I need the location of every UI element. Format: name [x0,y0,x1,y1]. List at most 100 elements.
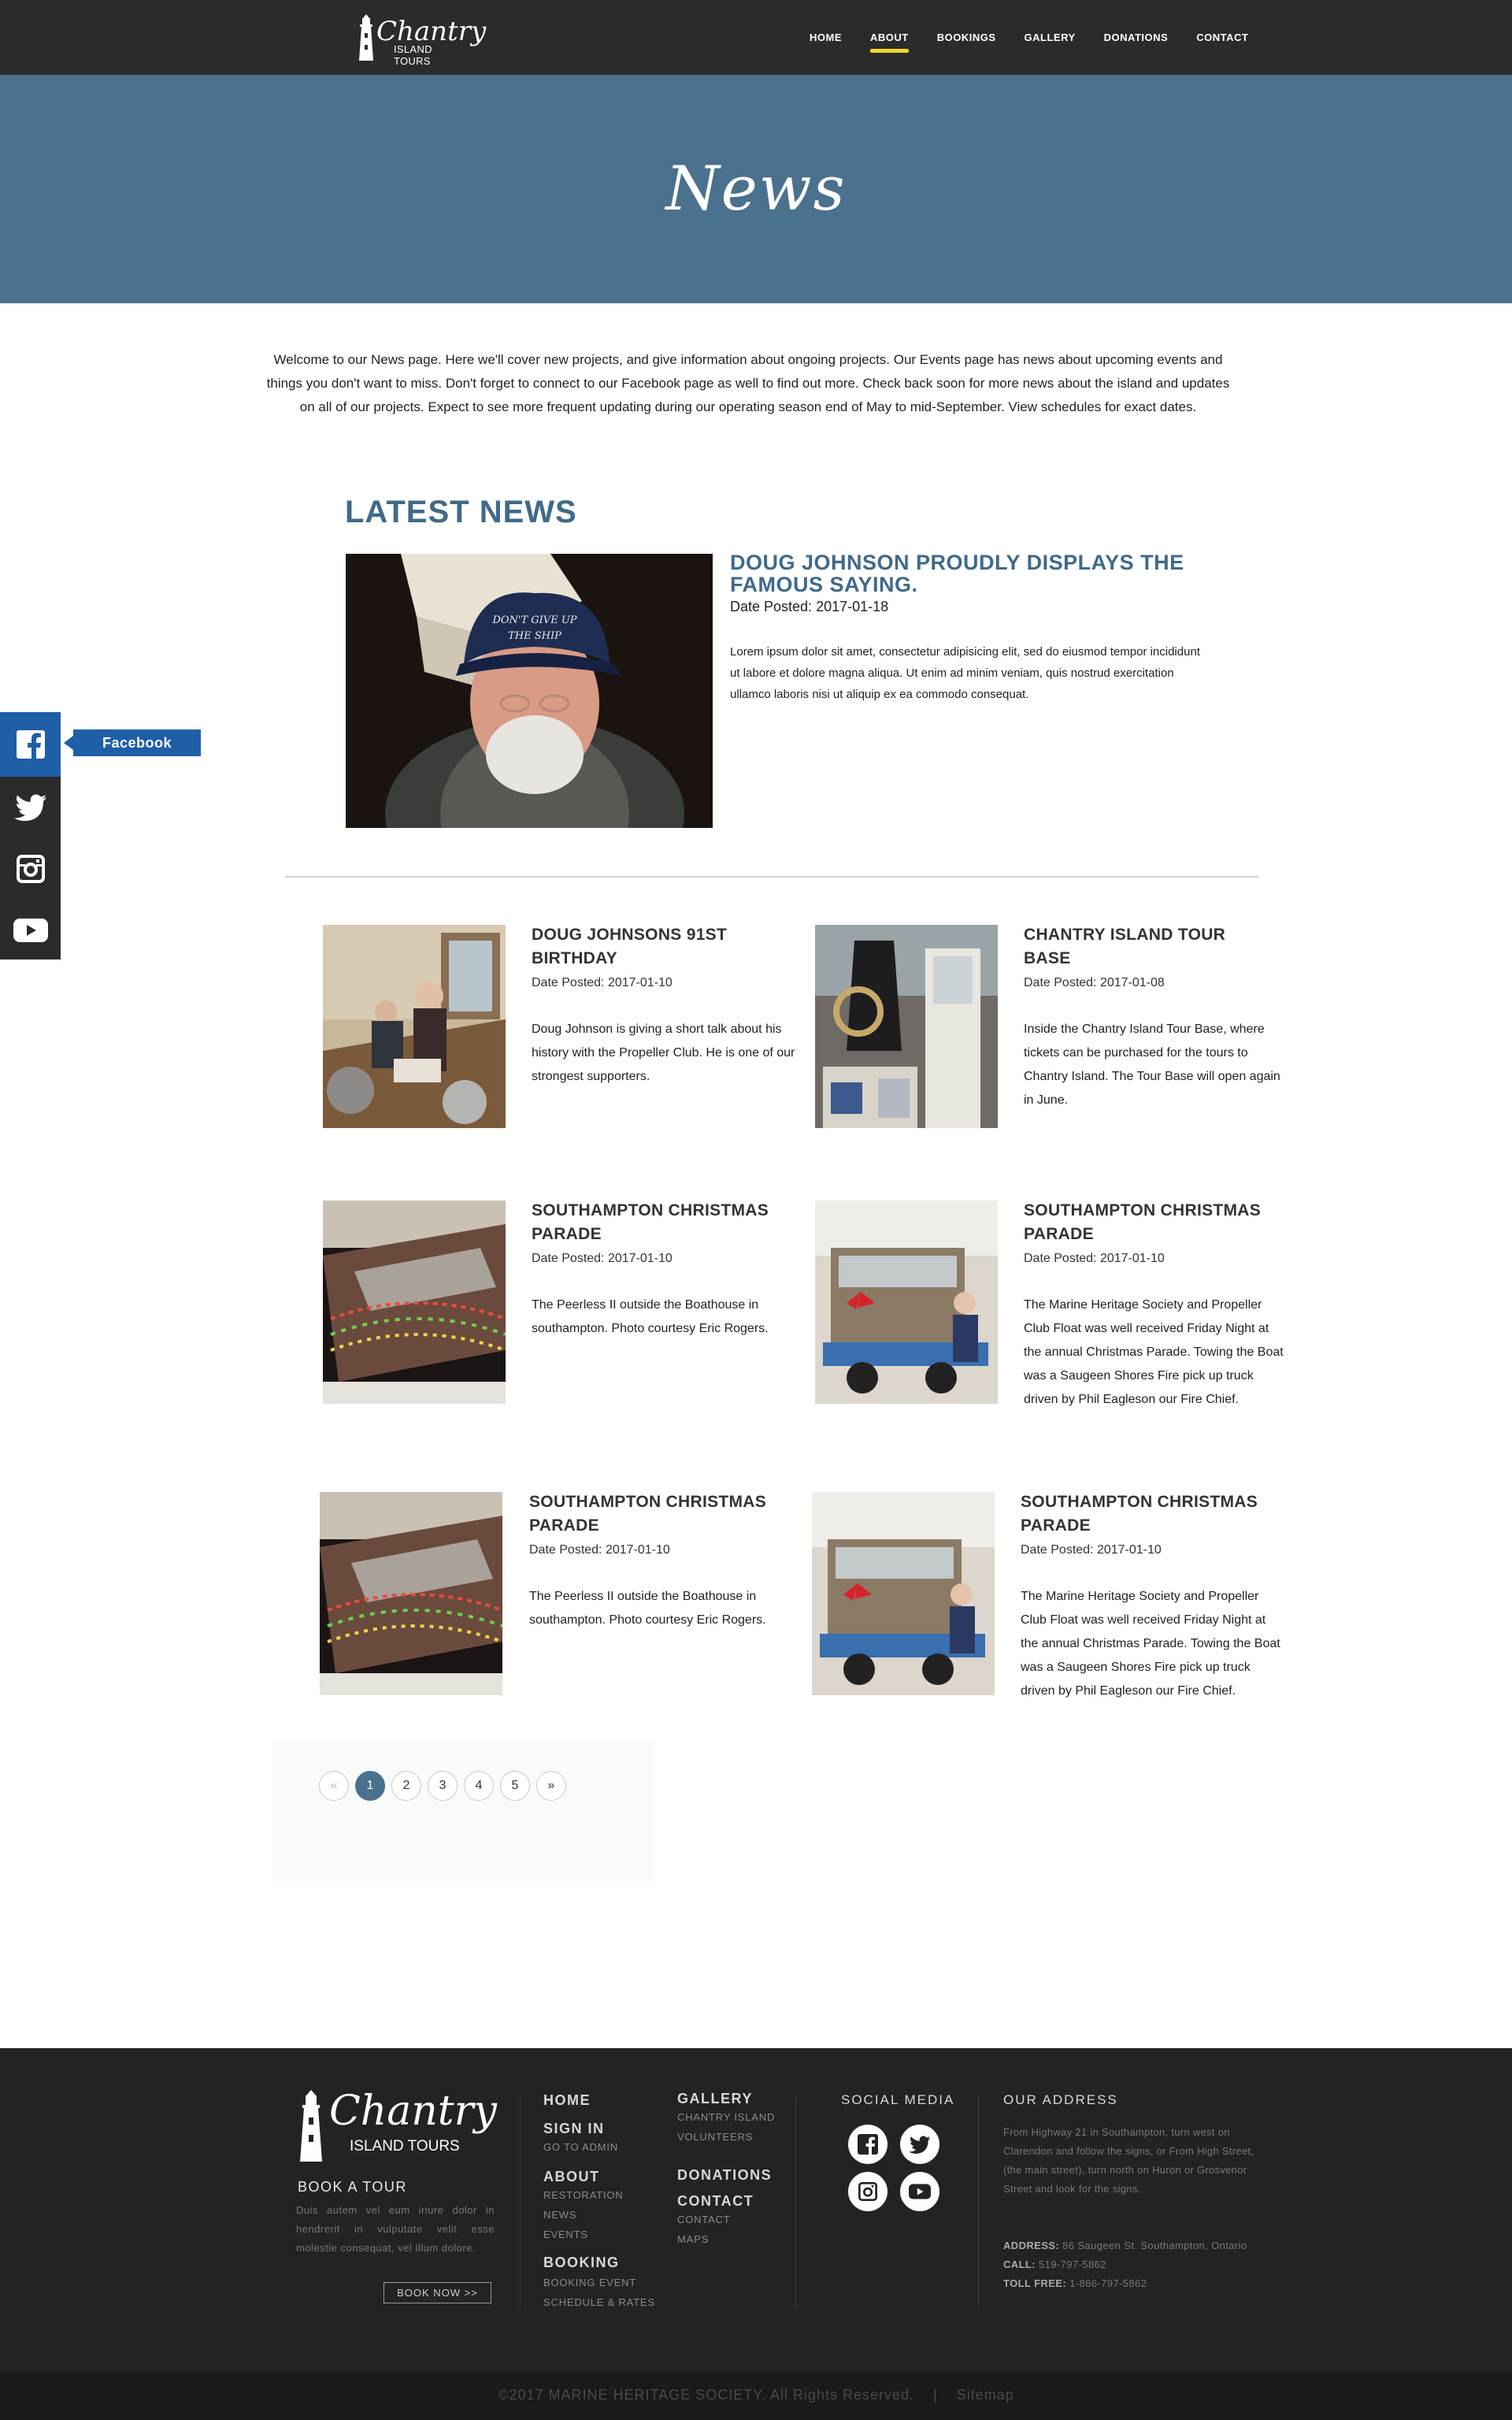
main-nav: HOME ABOUT BOOKINGS GALLERY DONATIONS CO… [795,0,1262,75]
featured-news-body: Lorem ipsum dolor sit amet, consectetur … [730,645,1200,701]
pagination-prev[interactable]: « [319,1771,349,1801]
tollfree-line: TOLL FREE: 1-866-797-5862 [1003,2277,1147,2289]
post-body: Inside the Chantry Island Tour Base, whe… [1024,1023,1280,1107]
intro-text: Welcome to our News page. Here we'll cov… [266,352,1230,414]
twitter-icon [13,794,46,821]
footer-link-chantry-island[interactable]: CHANTRY ISLAND [677,2111,775,2123]
nav-about[interactable]: ABOUT [870,24,909,53]
copyright-text: ©2017 MARINE HERITAGE SOCIETY. All Right… [498,2387,914,2403]
phone-line: CALL: 519-797-5862 [1003,2259,1106,2270]
post-image-boat-lights[interactable] [320,1492,502,1695]
pagination: « 1 2 3 4 5 » [319,1771,566,1801]
book-tour-heading: BOOK A TOUR [298,2179,407,2195]
post-title[interactable]: SOUTHAMPTON CHRISTMAS PARADE [532,1199,776,1246]
pagination-page-4[interactable]: 4 [464,1771,494,1801]
tollfree-value[interactable]: 1-866-797-5862 [1066,2277,1147,2289]
footer-link-donations[interactable]: DONATIONS [677,2167,772,2184]
post-title[interactable]: DOUG JOHNSONS 91ST BIRTHDAY [532,923,776,971]
post-date: Date Posted: 2017-01-08 [1024,976,1165,989]
post-date: Date Posted: 2017-01-10 [1021,1543,1162,1557]
post-body: The Peerless II outside the Boathouse in… [532,1298,769,1335]
address-label: ADDRESS: [1003,2240,1060,2251]
post-title[interactable]: CHANTRY ISLAND TOUR BASE [1024,923,1268,971]
footer-link-contact-page[interactable]: CONTACT [677,2214,730,2225]
nav-gallery[interactable]: GALLERY [1025,24,1076,51]
address-heading: OUR ADDRESS [1003,2092,1118,2107]
post-body: The Marine Heritage Society and Propelle… [1024,1298,1284,1406]
youtube-icon [13,919,48,942]
footer-link-go-to-admin[interactable]: GO TO ADMIN [543,2141,618,2153]
facebook-tooltip[interactable]: Facebook [64,729,201,756]
nav-donations[interactable]: DONATIONS [1104,24,1169,51]
featured-news-title[interactable]: DOUG JOHNSON PROUDLY DISPLAYS THE FAMOUS… [730,551,1218,596]
footer-link-about[interactable]: ABOUT [543,2169,600,2185]
lighthouse-icon [300,2090,322,2162]
footer-link-maps[interactable]: MAPS [677,2233,709,2245]
footer-link-contact[interactable]: CONTACT [677,2193,754,2210]
footer-link-news[interactable]: NEWS [543,2209,576,2221]
featured-news-image[interactable]: DON'T GIVE UP THE SHIP [346,554,713,828]
sidebar-instagram[interactable] [0,838,61,900]
social-media-heading: SOCIAL MEDIA [841,2092,955,2107]
post-image-parade-float[interactable] [812,1492,995,1695]
call-label: CALL: [1003,2259,1036,2270]
sidebar-twitter[interactable] [0,777,61,838]
featured-news-date: Date Posted: 2017-01-18 [730,599,889,614]
page-title: News [665,154,847,225]
nav-bookings[interactable]: BOOKINGS [937,24,996,51]
pagination-panel [272,1741,654,1881]
pagination-page-3[interactable]: 3 [428,1771,458,1801]
post-title[interactable]: SOUTHAMPTON CHRISTMAS PARADE [1024,1199,1268,1246]
footer-link-restoration[interactable]: RESTORATION [543,2189,624,2201]
book-now-button[interactable]: BOOK NOW >> [384,2282,491,2303]
post-body: Doug Johnson is giving a short talk abou… [532,1023,795,1083]
footer-link-events[interactable]: EVENTS [543,2229,588,2240]
hero-banner: News [0,75,1512,303]
post-image-tour-base[interactable] [815,925,998,1128]
post-title[interactable]: SOUTHAMPTON CHRISTMAS PARADE [1021,1490,1265,1538]
site-logo[interactable]: Chantry ISLAND TOURS [356,12,486,67]
footer-link-schedule-rates[interactable]: SCHEDULE & RATES [543,2296,655,2308]
nav-contact[interactable]: CONTACT [1196,24,1248,51]
post-image-parade-float[interactable] [815,1201,998,1404]
footer-twitter[interactable] [900,2125,939,2164]
pagination-page-2[interactable]: 2 [391,1771,421,1801]
post-image-boat-lights[interactable] [323,1201,506,1404]
footer-link-signin[interactable]: SIGN IN [543,2121,605,2137]
footer-link-booking[interactable]: BOOKING [543,2255,620,2271]
pagination-next[interactable]: » [536,1771,566,1801]
footer-logo-subtitle: ISLAND TOURS [350,2138,460,2155]
sitemap-link[interactable]: Sitemap [957,2387,1014,2403]
footer-link-gallery[interactable]: GALLERY [677,2091,753,2107]
footer-divider [978,2095,979,2308]
site-footer [0,2048,1512,2371]
footer-instagram[interactable] [848,2172,888,2211]
copyright-bar: ©2017 MARINE HERITAGE SOCIETY. All Right… [0,2371,1512,2420]
instagram-icon [16,855,45,883]
logo-script: Chantry [376,16,487,47]
facebook-icon [16,730,45,759]
footer-facebook[interactable] [848,2125,888,2164]
social-sidebar [0,712,61,959]
footer-link-volunteers[interactable]: VOLUNTEERS [677,2131,753,2143]
post-date: Date Posted: 2017-01-10 [532,1252,673,1265]
sidebar-facebook[interactable] [0,712,61,777]
book-tour-text: Duis autem vel eum iriure dolor in hendr… [296,2204,495,2254]
footer-link-booking-event[interactable]: BOOKING EVENT [543,2277,636,2288]
post-body: The Peerless II outside the Boathouse in… [529,1590,766,1627]
sidebar-youtube[interactable] [0,900,61,961]
site-header: Chantry ISLAND TOURS HOME ABOUT BOOKINGS… [0,0,1512,75]
post-image-birthday[interactable] [323,925,506,1128]
pagination-page-5[interactable]: 5 [500,1771,530,1801]
footer-logo[interactable]: Chantry ISLAND TOURS [296,2088,497,2166]
pagination-page-1[interactable]: 1 [355,1771,385,1801]
address-value: 86 Saugeen St. Southampton, Ontario [1059,2240,1247,2251]
post-date: Date Posted: 2017-01-10 [529,1543,670,1557]
footer-youtube[interactable] [900,2172,939,2211]
tollfree-label: TOLL FREE: [1003,2277,1067,2289]
footer-link-home[interactable]: HOME [543,2092,591,2109]
post-title[interactable]: SOUTHAMPTON CHRISTMAS PARADE [529,1490,773,1538]
latest-news-heading: LATEST NEWS [345,495,577,529]
call-value[interactable]: 519-797-5862 [1036,2259,1106,2270]
nav-home[interactable]: HOME [810,24,842,51]
